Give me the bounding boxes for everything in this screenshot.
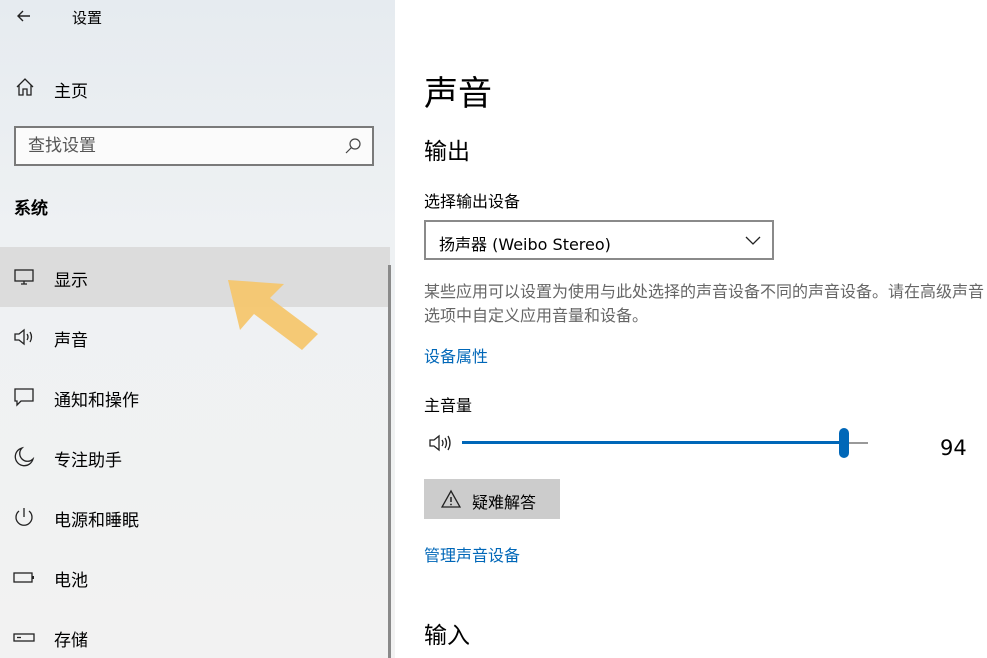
- sidebar-item-label: 通知和操作: [54, 391, 139, 411]
- sidebar-item-storage[interactable]: 存储: [0, 607, 390, 658]
- sidebar: 设置 主页 系统 显示 声音 通知和操作: [0, 0, 395, 658]
- speaker-icon: [14, 328, 33, 346]
- output-description: 某些应用可以设置为使用与此处选择的声音设备不同的声音设备。请在高级声音选项中自定…: [424, 282, 985, 325]
- sidebar-item-focus-assist[interactable]: 专注助手: [0, 427, 390, 487]
- master-volume-label: 主音量: [424, 396, 473, 415]
- chevron-down-icon: [745, 236, 761, 245]
- back-arrow-icon[interactable]: [12, 4, 36, 28]
- sidebar-item-label: 存储: [54, 631, 88, 651]
- input-heading: 输入: [424, 623, 470, 649]
- volume-slider-fill: [462, 441, 844, 444]
- sidebar-item-battery[interactable]: 电池: [0, 547, 390, 607]
- storage-icon: [13, 633, 35, 642]
- search-input[interactable]: [28, 134, 328, 158]
- home-icon: [16, 78, 34, 96]
- search-box[interactable]: [14, 126, 374, 166]
- sidebar-item-label: 电池: [54, 571, 88, 591]
- power-icon: [15, 508, 33, 526]
- app-title: 设置: [72, 9, 103, 27]
- notification-icon: [14, 388, 34, 407]
- battery-icon: [13, 572, 34, 583]
- section-title: 系统: [14, 199, 48, 219]
- device-properties-link[interactable]: 设备属性: [424, 343, 488, 367]
- output-device-label: 选择输出设备: [424, 192, 521, 211]
- volume-value: 94: [940, 436, 967, 460]
- sidebar-item-label: 显示: [54, 271, 88, 291]
- sidebar-scrollbar[interactable]: [388, 265, 391, 658]
- page-title: 声音: [424, 74, 492, 114]
- warning-icon: [441, 489, 461, 508]
- search-icon[interactable]: [344, 137, 362, 155]
- sidebar-item-label: 电源和睡眠: [54, 511, 139, 531]
- home-nav-item[interactable]: 主页: [0, 66, 395, 108]
- pointer-arrow-icon: [228, 280, 318, 350]
- output-heading: 输出: [424, 139, 470, 165]
- sidebar-item-label: 专注助手: [54, 451, 122, 471]
- sidebar-item-power-sleep[interactable]: 电源和睡眠: [0, 487, 390, 547]
- manage-sound-devices-link[interactable]: 管理声音设备: [424, 542, 520, 566]
- troubleshoot-label: 疑难解答: [472, 495, 537, 512]
- troubleshoot-button[interactable]: 疑难解答: [424, 479, 560, 519]
- output-device-value: 扬声器 (Weibo Stereo): [439, 235, 611, 254]
- moon-icon: [14, 446, 35, 467]
- volume-slider-thumb[interactable]: [838, 428, 849, 458]
- home-label: 主页: [54, 82, 88, 102]
- monitor-icon: [14, 269, 34, 285]
- sidebar-item-label: 声音: [54, 331, 88, 351]
- sidebar-item-notifications[interactable]: 通知和操作: [0, 367, 390, 427]
- speaker-icon[interactable]: [428, 432, 456, 454]
- output-device-dropdown[interactable]: 扬声器 (Weibo Stereo): [424, 220, 774, 260]
